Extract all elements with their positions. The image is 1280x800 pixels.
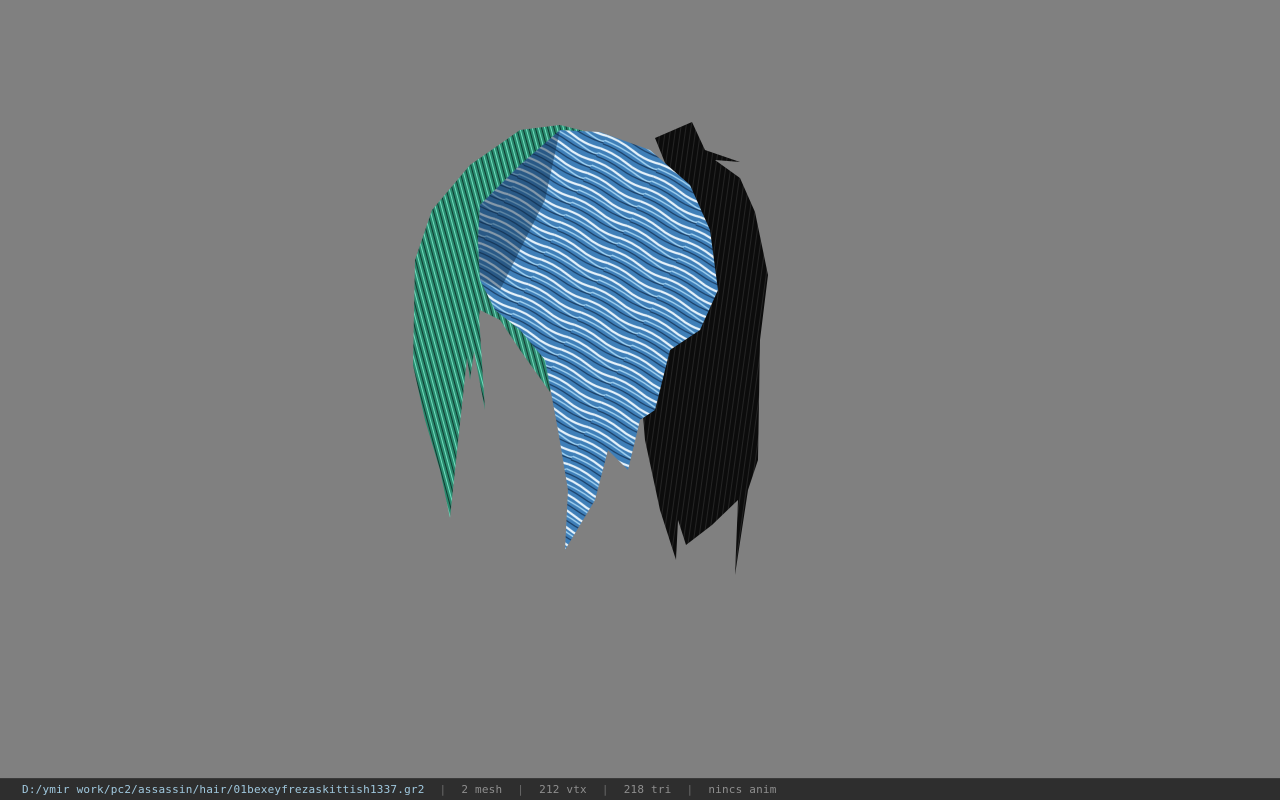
hair-model[interactable] <box>0 0 1280 778</box>
file-path: D:/ymir work/pc2/assassin/hair/01bexeyfr… <box>22 783 425 796</box>
status-bar: D:/ymir work/pc2/assassin/hair/01bexeyfr… <box>0 778 1280 800</box>
separator: | <box>517 783 525 796</box>
3d-viewport[interactable] <box>0 0 1280 778</box>
separator: | <box>686 783 694 796</box>
separator: | <box>439 783 447 796</box>
separator: | <box>601 783 609 796</box>
mesh-count: 2 mesh <box>461 783 503 796</box>
vertex-count: 212 vtx <box>539 783 587 796</box>
anim-status: nincs anim <box>708 783 777 796</box>
triangle-count: 218 tri <box>623 783 672 796</box>
